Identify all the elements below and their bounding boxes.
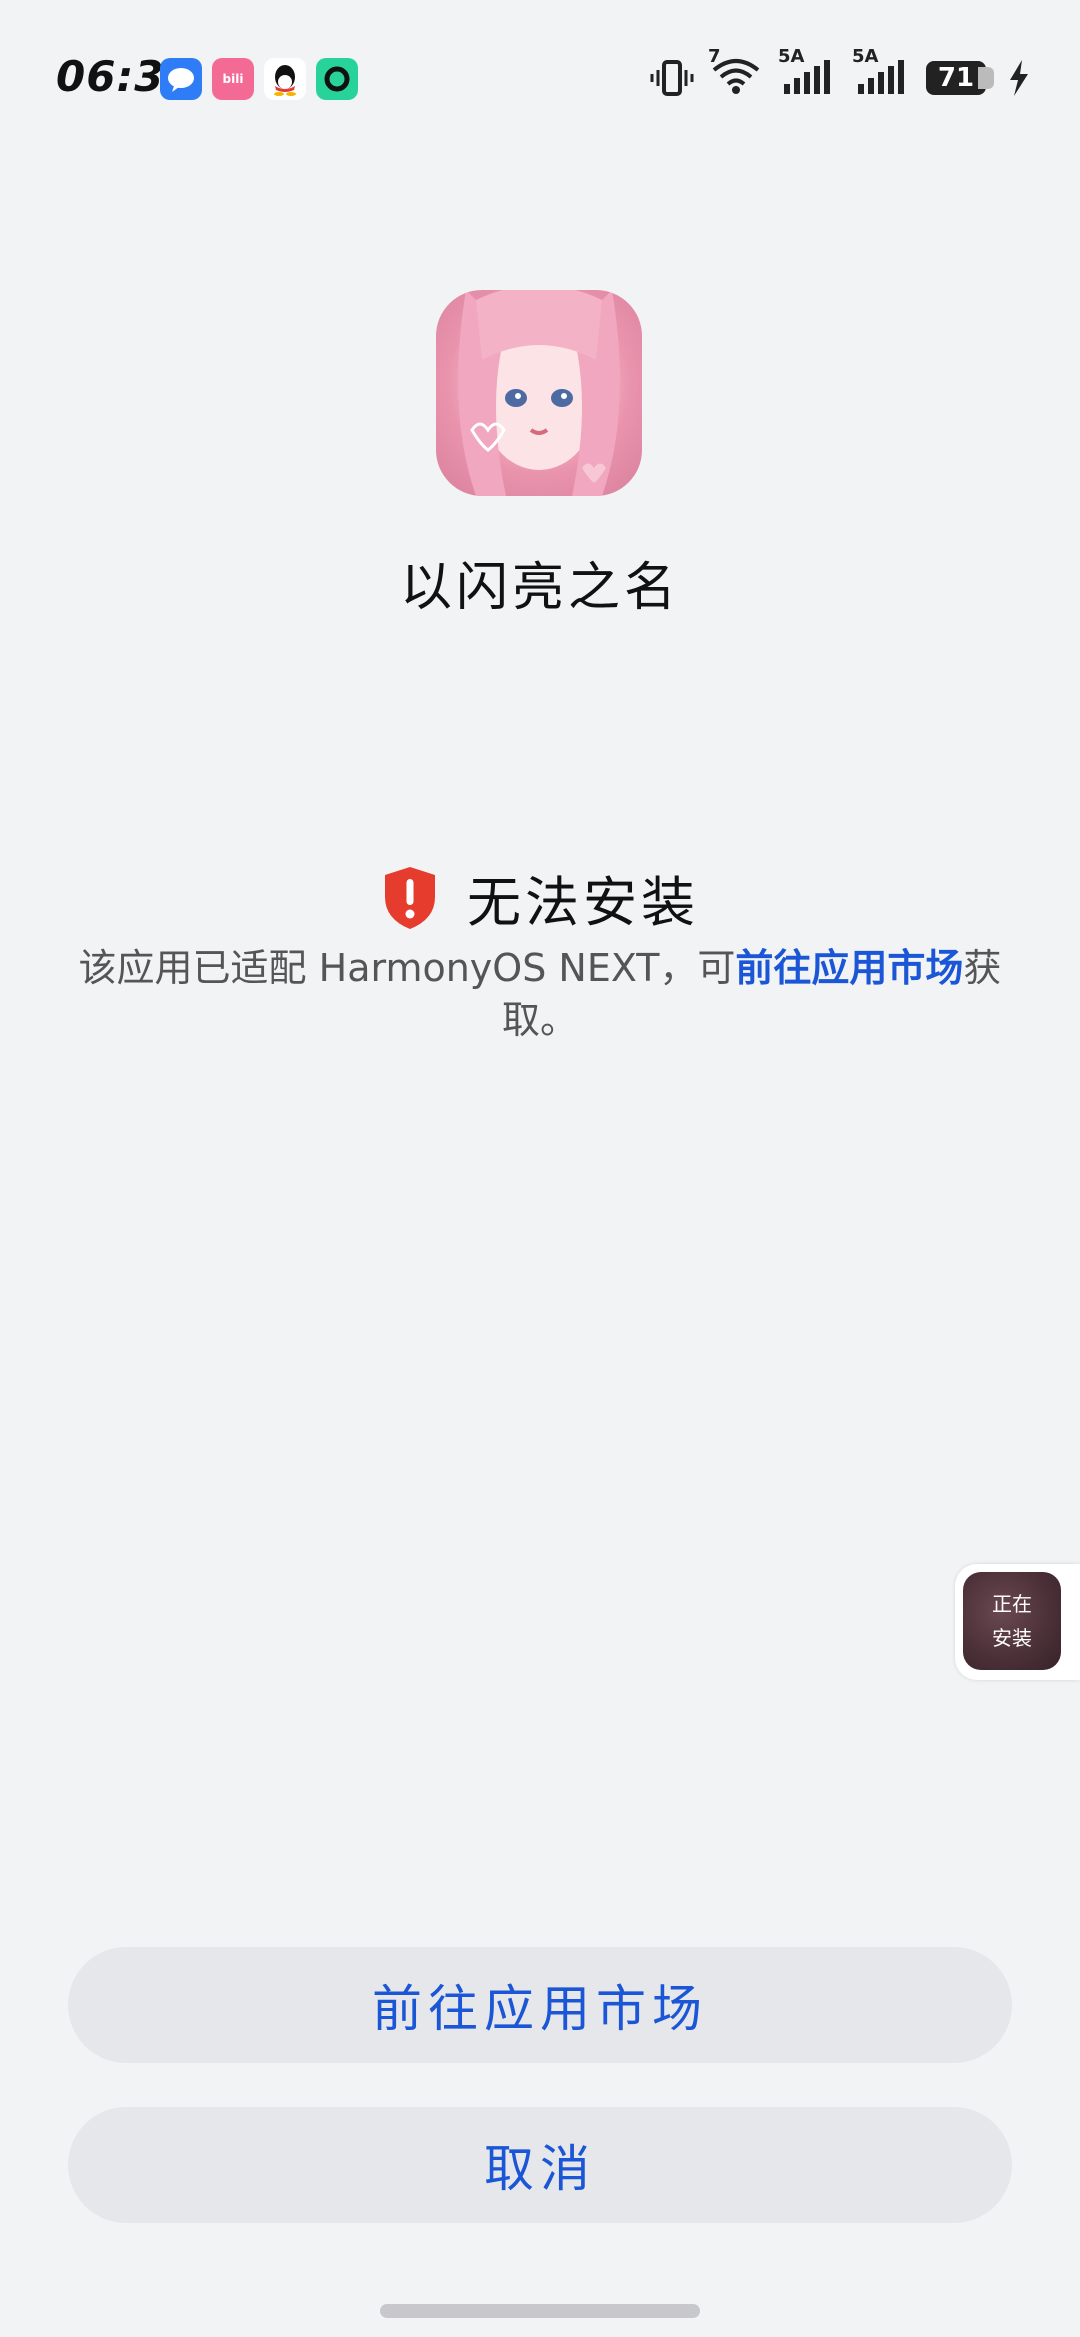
- home-indicator[interactable]: [380, 2304, 700, 2318]
- signal-1-label: 5A: [778, 46, 805, 67]
- error-description-prefix: 该应用已适配 HarmonyOS NEXT，可: [78, 946, 736, 990]
- ring-app-icon: [316, 58, 358, 100]
- charging-icon: [1010, 60, 1028, 96]
- installing-floating-window[interactable]: 正在 安装: [955, 1564, 1080, 1680]
- status-bar: 06:36 bili 7 5A 5A 71: [0, 0, 1080, 150]
- qq-icon: [264, 58, 306, 100]
- cancel-button[interactable]: 取消: [68, 2107, 1012, 2223]
- error-title: 无法安装: [467, 871, 699, 934]
- signal-2-icon: 5A: [852, 46, 910, 100]
- bilibili-icon: bili: [212, 58, 254, 100]
- error-description: 该应用已适配 HarmonyOS NEXT，可前往应用市场获取。: [70, 942, 1010, 1046]
- message-icon: [160, 58, 202, 100]
- go-to-app-market-button[interactable]: 前往应用市场: [68, 1947, 1012, 2063]
- install-failed-screen: 06:36 bili 7 5A 5A 71 以闪亮之名 无法安装 该应用已适配 …: [0, 0, 1080, 2337]
- signal-2-label: 5A: [852, 46, 879, 67]
- app-market-link[interactable]: 前往应用市场: [735, 946, 963, 990]
- installing-thumbnail[interactable]: 正在 安装: [963, 1572, 1061, 1670]
- vibrate-icon: [650, 60, 694, 96]
- installing-label-line2: 安装: [992, 1626, 1032, 1650]
- system-icons: 7 5A 5A 71: [650, 46, 1030, 100]
- battery-icon: 71: [926, 61, 994, 95]
- wifi-label: 7: [708, 46, 721, 67]
- app-name: 以闪亮之名: [399, 558, 680, 618]
- error-title-row: 无法安装: [0, 858, 1080, 937]
- wifi-icon: 7: [708, 46, 762, 100]
- app-icon: [436, 290, 642, 496]
- warning-shield-icon: [385, 866, 435, 929]
- installing-label-line1: 正在: [992, 1592, 1032, 1616]
- notification-icons: bili: [160, 58, 358, 100]
- signal-1-icon: 5A: [778, 46, 836, 100]
